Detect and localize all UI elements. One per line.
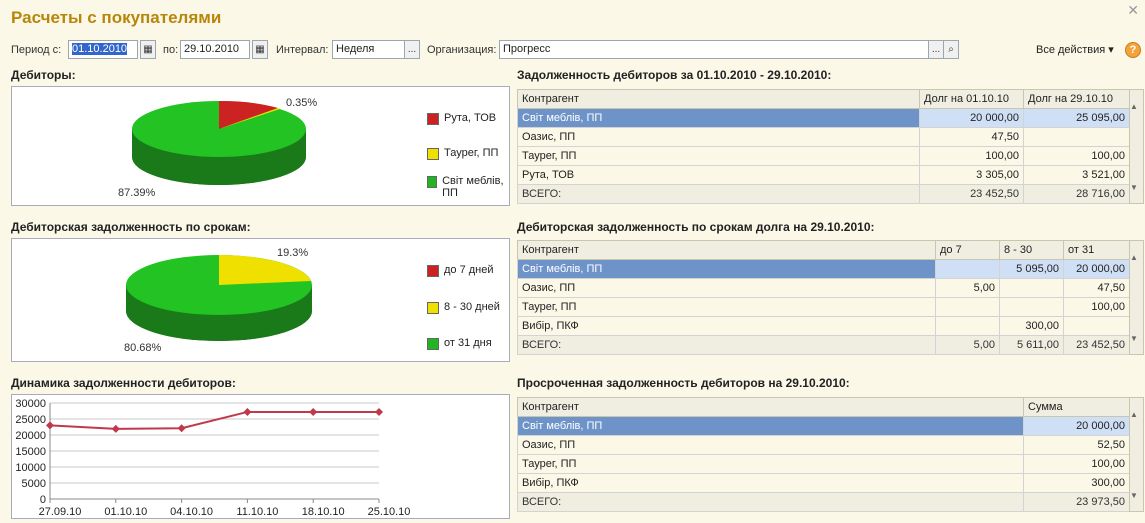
column-header[interactable]: Контрагент <box>517 89 920 109</box>
legend-item: до 7 дней <box>427 264 494 277</box>
data-point <box>243 407 252 416</box>
column-header[interactable]: Долг на 29.10.10 <box>1023 89 1130 109</box>
table-row[interactable]: Таурег, ПП 100,00 <box>517 454 1144 474</box>
table-header: Контрагент до 7 8 - 30 от 31 ▲ ▼ <box>517 240 1144 355</box>
table-row[interactable]: Вибір, ПКФ 300,00 <box>517 316 1144 336</box>
pie-label-large: 80.68% <box>124 342 162 354</box>
page-title: Расчеты с покупателями <box>11 8 222 27</box>
pie-label-small: 0.35% <box>286 97 318 109</box>
terms-table-title: Дебиторская задолженность по срокам долг… <box>517 220 875 234</box>
terms-pie-chart <box>126 255 312 341</box>
pie-label-large: 87.39% <box>118 187 156 199</box>
period-to-label: по: <box>163 44 179 56</box>
table-row[interactable]: Оазис, ПП 52,50 <box>517 435 1144 455</box>
organization-label: Организация: <box>427 44 497 56</box>
table-row[interactable]: Оазис, ПП 47,50 <box>517 127 1144 147</box>
table-row[interactable]: Таурег, ПП 100,00 <box>517 297 1144 317</box>
legend-item: от 31 дня <box>427 337 492 350</box>
table-row[interactable]: Світ меблів, ПП 5 095,00 20 000,00 <box>517 259 1144 279</box>
x-tick-label: 04.10.10 <box>170 506 213 518</box>
series-line <box>49 410 379 430</box>
dynamics-chart-panel: 30000 25000 20000 15000 10000 5000 0 27.09.10 01… <box>11 394 510 519</box>
legend-item: Світ меблів, ПП <box>427 175 507 199</box>
organization-input[interactable]: Прогресс <box>499 40 929 59</box>
y-tick-label: 0 <box>40 494 46 506</box>
overdue-table-title: Просроченная задолженность дебиторов на … <box>517 376 850 390</box>
scrollbar[interactable]: ▲ ▼ <box>1129 397 1144 512</box>
y-tick-label: 15000 <box>15 446 46 458</box>
help-icon[interactable]: ? <box>1125 42 1141 58</box>
calendar-icon[interactable]: ▦ <box>140 40 156 59</box>
x-tick-label: 18.10.10 <box>302 506 345 518</box>
legend-item: Рута, ТОВ <box>427 112 496 125</box>
column-header[interactable]: 8 - 30 <box>999 240 1064 260</box>
table-total-row: ВСЕГО: 23 973,50 <box>517 492 1144 512</box>
pie-slice-yellow <box>219 255 311 285</box>
data-point <box>111 424 120 433</box>
table-header: Контрагент Долг на 01.10.10 Долг на 29.1… <box>517 89 1144 204</box>
table-row[interactable]: Рута, ТОВ 3 305,00 3 521,00 <box>517 165 1144 185</box>
debtors-chart-panel: 0.35% 87.39% Рута, ТОВ Таурег, ПП Світ м… <box>11 86 510 206</box>
data-point <box>46 421 54 430</box>
y-tick-label: 10000 <box>15 462 46 474</box>
toolbar: Период с: 01.10.2010 ▦ по: 29.10.2010 ▦ … <box>11 40 1145 60</box>
dynamics-line-chart: 30000 25000 20000 15000 10000 5000 027.09.10 01… <box>15 398 411 518</box>
table-total-row: ВСЕГО: 5,00 5 611,00 23 452,50 <box>517 335 1144 355</box>
period-to-input[interactable]: 29.10.2010 <box>180 40 250 59</box>
debt-table-title: Задолженность дебиторов за 01.10.2010 - … <box>517 68 832 82</box>
column-header[interactable]: Сумма <box>1023 397 1130 417</box>
column-header[interactable]: Долг на 01.10.10 <box>919 89 1024 109</box>
column-header[interactable]: Контрагент <box>517 397 1024 417</box>
y-tick-label: 5000 <box>22 478 46 490</box>
y-tick-label: 25000 <box>15 414 46 426</box>
table-row[interactable]: Оазис, ПП 5,00 47,50 <box>517 278 1144 298</box>
scrollbar[interactable]: ▲ ▼ <box>1129 89 1144 204</box>
column-header[interactable]: от 31 <box>1063 240 1130 260</box>
table-header: Контрагент Сумма ▲ ▼ <box>517 397 1144 512</box>
y-tick-label: 30000 <box>15 398 46 410</box>
debtors-pie-chart <box>132 100 306 185</box>
x-tick-label: 01.10.10 <box>104 506 147 518</box>
pie-label-small: 19.3% <box>277 247 309 259</box>
column-header[interactable]: до 7 <box>935 240 1000 260</box>
x-tick-label: 27.09.10 <box>39 506 82 518</box>
all-actions-menu[interactable]: Все действия ▾ <box>1036 40 1114 60</box>
legend-item: 8 - 30 дней <box>427 301 500 314</box>
overdue-table: Контрагент Сумма ▲ ▼ Світ меблів, ПП 20 0… <box>517 397 1144 512</box>
table-row[interactable]: Світ меблів, ПП 20 000,00 <box>517 416 1144 436</box>
terms-table: Контрагент до 7 8 - 30 от 31 ▲ ▼ Світ меб… <box>517 240 1144 355</box>
table-row[interactable]: Світ меблів, ПП 20 000,00 25 095,00 <box>517 108 1144 128</box>
legend-item: Таурег, ПП <box>427 147 498 160</box>
interval-select-button[interactable]: ... <box>404 40 420 59</box>
table-total-row: ВСЕГО: 23 452,50 28 716,00 <box>517 184 1144 204</box>
y-tick-label: 20000 <box>15 430 46 442</box>
search-icon[interactable]: ⌕ <box>943 40 959 59</box>
scrollbar[interactable]: ▲ ▼ <box>1129 240 1144 355</box>
period-from-label: Период с: <box>11 44 62 56</box>
data-point <box>375 407 383 416</box>
table-row[interactable]: Вибір, ПКФ 300,00 <box>517 473 1144 493</box>
debtors-section-title: Дебиторы: <box>11 68 76 82</box>
x-tick-label: 11.10.10 <box>236 506 278 518</box>
calendar-icon[interactable]: ▦ <box>252 40 268 59</box>
data-point <box>177 424 186 433</box>
debt-table: Контрагент Долг на 01.10.10 Долг на 29.1… <box>517 89 1144 204</box>
table-row[interactable]: Таурег, ПП 100,00 100,00 <box>517 146 1144 166</box>
interval-input[interactable]: Неделя <box>332 40 405 59</box>
period-from-input[interactable]: 01.10.2010 <box>68 40 138 59</box>
interval-label: Интервал: <box>276 44 329 56</box>
data-point <box>309 407 318 416</box>
close-icon[interactable]: ✕ <box>1127 2 1139 19</box>
x-tick-label: 25.10.10 <box>368 506 411 518</box>
dynamics-section-title: Динамика задолженности дебиторов: <box>11 376 236 390</box>
column-header[interactable]: Контрагент <box>517 240 936 260</box>
terms-section-title: Дебиторская задолженность по срокам: <box>11 220 251 234</box>
organization-select-button[interactable]: ... <box>928 40 944 59</box>
terms-chart-panel: 19.3% 80.68% до 7 дней 8 - 30 дней от 31… <box>11 238 510 362</box>
